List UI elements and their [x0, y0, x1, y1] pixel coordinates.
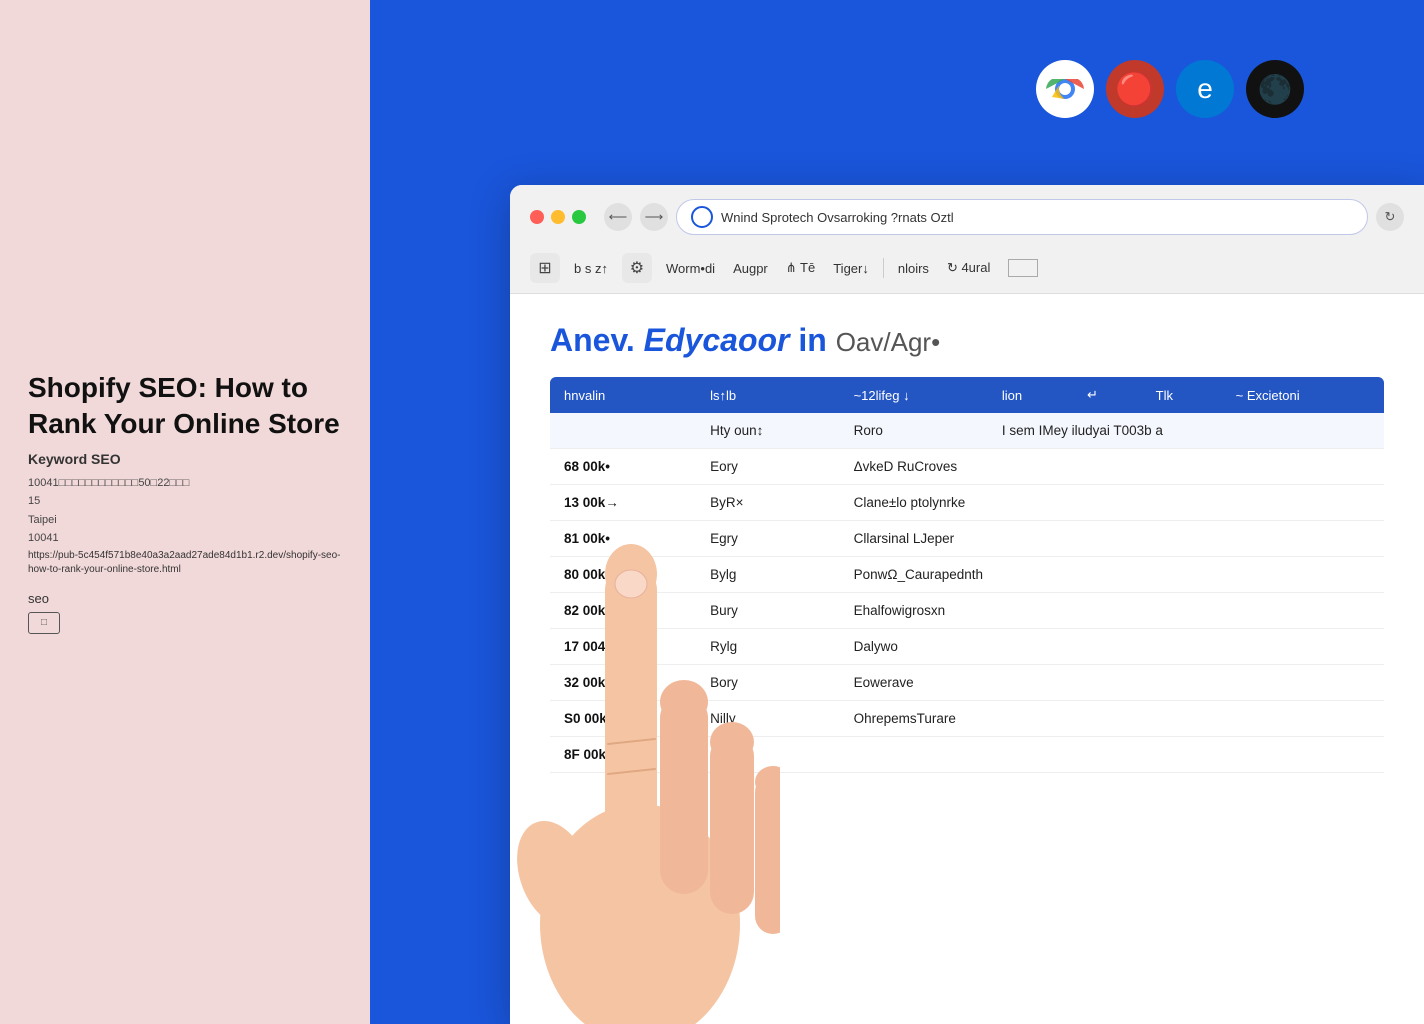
- cell-col1: 8F 00k•: [550, 737, 696, 773]
- traffic-lights: [530, 210, 586, 224]
- icon-box: □: [28, 612, 60, 634]
- cell-col3: [840, 737, 1384, 773]
- cell-col1: 13 00k→: [550, 485, 696, 521]
- cell-col1: 81 00k•: [550, 521, 696, 557]
- subheader-col1: [550, 413, 696, 449]
- cell-col3: Clane±lo ptolynrke: [840, 485, 1384, 521]
- article-title: Shopify SEO: How to Rank Your Online Sto…: [28, 370, 342, 443]
- page-content: Anev. Edycaoor in Oav/Agr• hnvalin ls↑lb…: [510, 294, 1424, 1018]
- col-hnvalin: hnvalin: [550, 377, 696, 413]
- table-row: 8F 00k•: [550, 737, 1384, 773]
- right-area: 🔴 e 🌑 ⟵ ⟶ Wnind Sprotech O: [370, 0, 1424, 1024]
- cell-col3: Ehalfowigrosxn: [840, 593, 1384, 629]
- back-button[interactable]: ⟵: [604, 203, 632, 231]
- table-row: S0 00k•NillyOhrepemsTurare: [550, 701, 1384, 737]
- forward-button[interactable]: ⟶: [640, 203, 668, 231]
- browser-logos: 🔴 e 🌑: [1036, 60, 1304, 118]
- close-button[interactable]: [530, 210, 544, 224]
- data-table: hnvalin ls↑lb ~12lifeg ↓ lion ↵ Tlk ~ Ex…: [550, 377, 1384, 773]
- browser-nav-row: ⊞ b s z↑ ⚙ Worm•di Augpr ⋔ Tē Tiger↓ nlo…: [530, 245, 1404, 293]
- cell-col3: ΔvkeD RuCroves: [840, 449, 1384, 485]
- cell-col2: Bory: [696, 665, 839, 701]
- subheader-htyoun: Hty oun↕: [696, 413, 839, 449]
- keyword-label: Keyword SEO: [28, 451, 342, 467]
- cell-col1: 32 00k•: [550, 665, 696, 701]
- nav-bsz[interactable]: b s z↑: [570, 259, 612, 278]
- table-subheader-row: Hty oun↕ Roro I sem IMey iludyai T003b a: [550, 413, 1384, 449]
- chrome-logo-icon: [1036, 60, 1094, 118]
- tabs-row: ⟵ ⟶ Wnind Sprotech Ovsarroking ?rnats Oz…: [530, 199, 1404, 235]
- subheader-roro: Roro: [840, 413, 988, 449]
- meta-link: https://pub-5c454f571b8e40a3a2aad27ade84…: [28, 549, 342, 577]
- cell-col1: 68 00k•: [550, 449, 696, 485]
- cell-col2: Nilly: [696, 701, 839, 737]
- page-heading: Anev. Edycaoor in Oav/Agr•: [550, 322, 1384, 359]
- cell-col2: Rylg: [696, 629, 839, 665]
- cell-col3: PonwΩ_Caurapednth: [840, 557, 1384, 593]
- cell-col1: S0 00k•: [550, 701, 696, 737]
- nav-fork-te[interactable]: ⋔ Tē: [782, 258, 819, 278]
- nav-4cp-icon[interactable]: ⊞: [530, 253, 560, 283]
- nav-settings-icon[interactable]: ⚙: [622, 253, 652, 283]
- refresh-button[interactable]: ↻: [1376, 203, 1404, 231]
- subheader-isem: I sem IMey iludyai T003b a: [988, 413, 1384, 449]
- address-bar[interactable]: Wnind Sprotech Ovsarroking ?rnats Oztl: [676, 199, 1368, 235]
- table-row: 80 00k•BylgPonwΩ_Caurapednth: [550, 557, 1384, 593]
- nav-nloirs[interactable]: nloirs: [894, 259, 933, 278]
- cell-col2: Bylg: [696, 557, 839, 593]
- cell-col3: OhrepemsTurare: [840, 701, 1384, 737]
- nav-worm[interactable]: Worm•di: [662, 259, 719, 278]
- col-lion: lion: [988, 377, 1073, 413]
- table-row: 32 00k•BoryEowerave: [550, 665, 1384, 701]
- cell-col3: Eowerave: [840, 665, 1384, 701]
- col-12lifeg: ~12lifeg ↓: [840, 377, 988, 413]
- cell-col2: Egry: [696, 521, 839, 557]
- nav-4ural[interactable]: ↻ 4ural: [943, 258, 994, 278]
- seo-label: seo: [28, 591, 342, 606]
- cell-col2: Bury: [696, 593, 839, 629]
- table-row: 81 00k•EgryCllarsinal LJeper: [550, 521, 1384, 557]
- nav-augpr[interactable]: Augpr: [729, 259, 772, 278]
- opera-logo-icon: 🌑: [1246, 60, 1304, 118]
- table-row: 17 004•RylgDalywo: [550, 629, 1384, 665]
- col-arrow: ↵: [1073, 377, 1142, 413]
- minimize-button[interactable]: [551, 210, 565, 224]
- cell-col1: 80 00k•: [550, 557, 696, 593]
- meta-text-4: 10041: [28, 530, 342, 547]
- col-excietoni: ~ Excietoni: [1222, 377, 1384, 413]
- nav-tiger[interactable]: Tiger↓: [829, 259, 873, 278]
- left-panel: Shopify SEO: How to Rank Your Online Sto…: [0, 0, 370, 1024]
- firefox-logo-icon: 🔴: [1106, 60, 1164, 118]
- edge-logo-icon: e: [1176, 60, 1234, 118]
- col-tlk: Tlk: [1142, 377, 1222, 413]
- meta-text-1: 10041□□□□□□□□□□□□50□22□□□: [28, 475, 342, 492]
- address-text[interactable]: Wnind Sprotech Ovsarroking ?rnats Oztl: [721, 210, 1353, 225]
- nav-divider: [883, 258, 884, 278]
- nav-checkbox[interactable]: [1008, 259, 1038, 277]
- secure-icon: [691, 206, 713, 228]
- cell-col1: 17 004•: [550, 629, 696, 665]
- browser-chrome: ⟵ ⟶ Wnind Sprotech Ovsarroking ?rnats Oz…: [510, 185, 1424, 294]
- cell-col3: Cllarsinal LJeper: [840, 521, 1384, 557]
- heading-text: Anev. Edycaoor in Oav/Agr•: [550, 322, 940, 358]
- maximize-button[interactable]: [572, 210, 586, 224]
- table-header-row: hnvalin ls↑lb ~12lifeg ↓ lion ↵ Tlk ~ Ex…: [550, 377, 1384, 413]
- table-row: 13 00k→ByR×Clane±lo ptolynrke: [550, 485, 1384, 521]
- browser-window: ⟵ ⟶ Wnind Sprotech Ovsarroking ?rnats Oz…: [510, 185, 1424, 1024]
- cell-col2: Eory: [696, 449, 839, 485]
- cell-col3: Dalywo: [840, 629, 1384, 665]
- cell-col2: [696, 737, 839, 773]
- cell-col2: ByR×: [696, 485, 839, 521]
- cell-col1: 82 00k•: [550, 593, 696, 629]
- meta-text-3: Taipei: [28, 512, 342, 529]
- meta-text-2: 15: [28, 493, 342, 510]
- table-row: 68 00k•EoryΔvkeD RuCroves: [550, 449, 1384, 485]
- table-row: 82 00k•BuryEhalfowigrosxn: [550, 593, 1384, 629]
- col-lslb: ls↑lb: [696, 377, 839, 413]
